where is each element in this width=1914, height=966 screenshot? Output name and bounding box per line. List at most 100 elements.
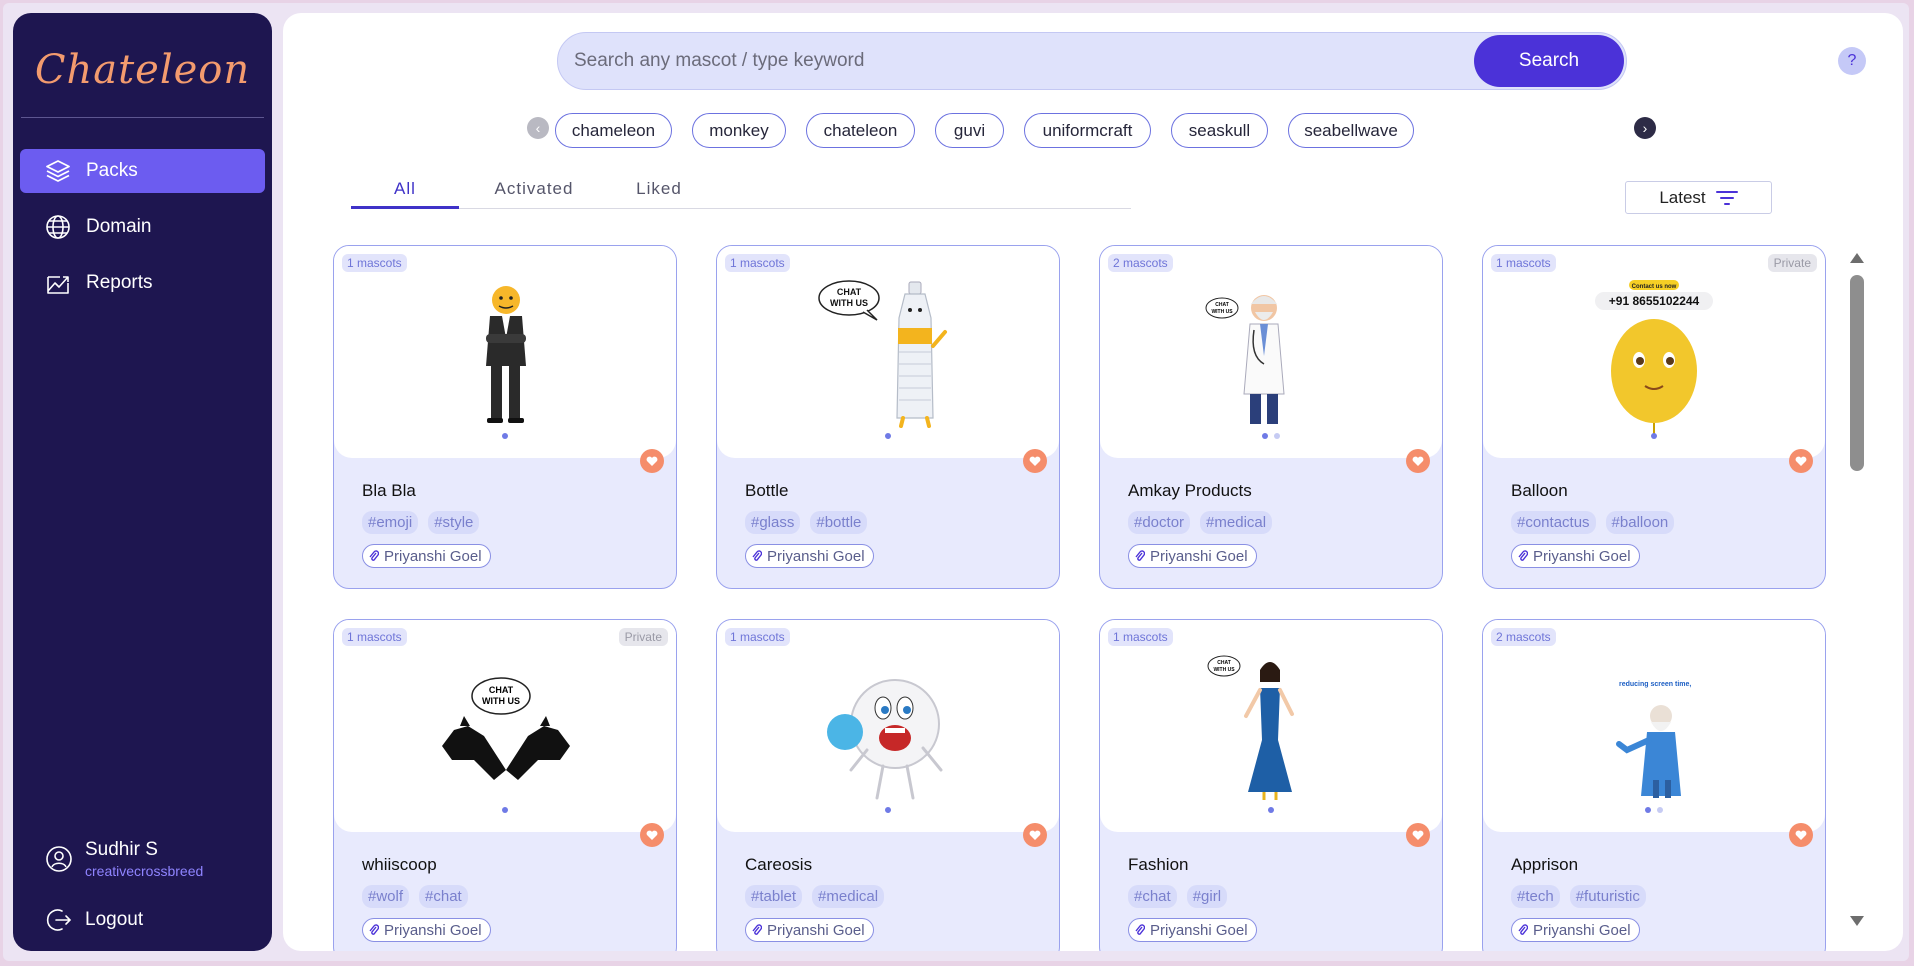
keyword-chip[interactable]: chameleon — [555, 113, 672, 148]
like-button[interactable] — [640, 823, 664, 847]
sidebar-item-reports[interactable]: Reports — [20, 261, 265, 305]
tag-list: #contactus #balloon — [1511, 511, 1684, 534]
author-chip: Priyanshi Goel — [1511, 918, 1640, 942]
tag[interactable]: #balloon — [1605, 511, 1675, 534]
pack-title: Careosis — [745, 855, 813, 874]
like-button[interactable] — [1789, 449, 1813, 473]
carousel-dots[interactable] — [1483, 426, 1825, 444]
tag[interactable]: #medical — [1200, 511, 1273, 534]
mascot-count-badge: 1 mascots — [342, 254, 407, 272]
tab-liked[interactable]: Liked — [609, 179, 709, 209]
paperclip-icon — [1518, 924, 1528, 935]
pack-card[interactable]: CHAT WITH US 1 mascots Private whiiscoop… — [333, 619, 677, 951]
tag-list: #doctor #medical — [1128, 511, 1282, 534]
private-badge: Private — [618, 628, 668, 646]
paperclip-icon — [1135, 550, 1145, 561]
paperclip-icon — [752, 550, 762, 561]
author-name: Priyanshi Goel — [1150, 921, 1248, 939]
keyword-chip[interactable]: guvi — [935, 113, 1004, 148]
logout-label: Logout — [85, 909, 144, 930]
globe-icon — [46, 215, 70, 239]
tag[interactable]: #futuristic — [1569, 885, 1646, 908]
tag[interactable]: #girl — [1186, 885, 1228, 908]
keyword-chip[interactable]: seaskull — [1171, 113, 1268, 148]
tag[interactable]: #medical — [812, 885, 885, 908]
carousel-dots[interactable] — [717, 426, 1059, 444]
sort-dropdown[interactable]: Latest — [1625, 181, 1772, 214]
carousel-dots[interactable] — [1100, 800, 1442, 818]
user-profile[interactable]: Sudhir S creativecrossbreed — [45, 839, 203, 879]
pack-card[interactable]: 1 mascots Bla Bla #emoji #style Priyansh… — [333, 245, 677, 589]
main-panel: Search ? ‹ chameleon monkey chateleon gu… — [283, 13, 1903, 951]
keyword-chip[interactable]: chateleon — [806, 113, 915, 148]
speech-bubble-text: WITH US — [830, 298, 868, 308]
like-button[interactable] — [1789, 823, 1813, 847]
keyword-chip[interactable]: monkey — [692, 113, 786, 148]
mascot-count-badge: 1 mascots — [1491, 254, 1556, 272]
pack-card[interactable]: CHAT WITH US 1 mascots Fashion #chat #gi… — [1099, 619, 1443, 951]
scroll-down-arrow[interactable] — [1850, 916, 1864, 926]
like-button[interactable] — [1406, 823, 1430, 847]
tag[interactable]: #chat — [419, 885, 468, 908]
author-chip: Priyanshi Goel — [745, 918, 874, 942]
pack-card[interactable]: 1 mascots Careosis #tablet #medical Priy… — [716, 619, 1060, 951]
author-chip: Priyanshi Goel — [1511, 544, 1640, 568]
paperclip-icon — [752, 924, 762, 935]
pack-title: Bottle — [745, 481, 789, 500]
tag[interactable]: #contactus — [1511, 511, 1596, 534]
tag[interactable]: #bottle — [810, 511, 868, 534]
tag-list: #wolf #chat — [362, 885, 478, 908]
app-logo[interactable]: Chateleon — [13, 47, 272, 93]
tag[interactable]: #chat — [1128, 885, 1177, 908]
keyword-chip[interactable]: seabellwave — [1288, 113, 1414, 148]
help-button[interactable]: ? — [1838, 47, 1866, 75]
pack-preview: CHAT WITH US — [717, 246, 1059, 458]
tag[interactable]: #tech — [1511, 885, 1560, 908]
tab-all[interactable]: All — [351, 179, 459, 209]
tag[interactable]: #tablet — [745, 885, 803, 908]
chevron-right-icon: › — [1642, 120, 1648, 136]
sidebar-item-packs[interactable]: Packs — [20, 149, 265, 193]
tag[interactable]: #doctor — [1128, 511, 1191, 534]
like-button[interactable] — [1023, 823, 1047, 847]
private-badge: Private — [1767, 254, 1817, 272]
chips-prev-button[interactable]: ‹ — [527, 117, 549, 139]
scroll-up-arrow[interactable] — [1850, 253, 1864, 263]
speech-bubble-text: CHAT — [1215, 302, 1229, 308]
carousel-dots[interactable] — [1100, 426, 1442, 444]
speech-bubble-text: CHAT — [1217, 660, 1231, 666]
pack-title: whiiscoop — [362, 855, 437, 874]
chips-next-button[interactable]: › — [1634, 117, 1656, 139]
logout-button[interactable]: Logout — [45, 906, 143, 934]
search-button[interactable]: Search — [1474, 35, 1624, 87]
tag[interactable]: #wolf — [362, 885, 410, 908]
tag-list: #chat #girl — [1128, 885, 1237, 908]
pack-card[interactable]: Contact us now +91 8655102244 1 mascots … — [1482, 245, 1826, 589]
carousel-dots[interactable] — [334, 800, 676, 818]
like-button[interactable] — [640, 449, 664, 473]
tab-activated[interactable]: Activated — [469, 179, 599, 209]
author-chip: Priyanshi Goel — [362, 544, 491, 568]
like-button[interactable] — [1406, 449, 1430, 473]
carousel-dots[interactable] — [1483, 800, 1825, 818]
author-chip: Priyanshi Goel — [1128, 918, 1257, 942]
keyword-chip[interactable]: uniformcraft — [1024, 113, 1151, 148]
pack-card[interactable]: CHAT WITH US 2 mascots Amkay Products #d… — [1099, 245, 1443, 589]
sort-label: Latest — [1659, 187, 1706, 207]
like-button[interactable] — [1023, 449, 1047, 473]
scrollbar-thumb[interactable] — [1850, 275, 1864, 471]
tag[interactable]: #glass — [745, 511, 801, 534]
pack-card[interactable]: reducing screen time, 2 mascots Apprison… — [1482, 619, 1826, 951]
carousel-dots[interactable] — [334, 426, 676, 444]
author-name: Priyanshi Goel — [384, 921, 482, 939]
pack-preview: Contact us now +91 8655102244 — [1483, 246, 1825, 458]
sidebar-item-domain[interactable]: Domain — [20, 205, 265, 249]
search-input[interactable] — [574, 33, 1454, 89]
user-circle-icon — [46, 846, 72, 872]
mascot-count-badge: 1 mascots — [725, 628, 790, 646]
pack-card[interactable]: CHAT WITH US 1 mascots Bottle #glass #bo… — [716, 245, 1060, 589]
pack-preview: CHAT WITH US — [334, 620, 676, 832]
tag[interactable]: #emoji — [362, 511, 419, 534]
carousel-dots[interactable] — [717, 800, 1059, 818]
tag[interactable]: #style — [428, 511, 480, 534]
